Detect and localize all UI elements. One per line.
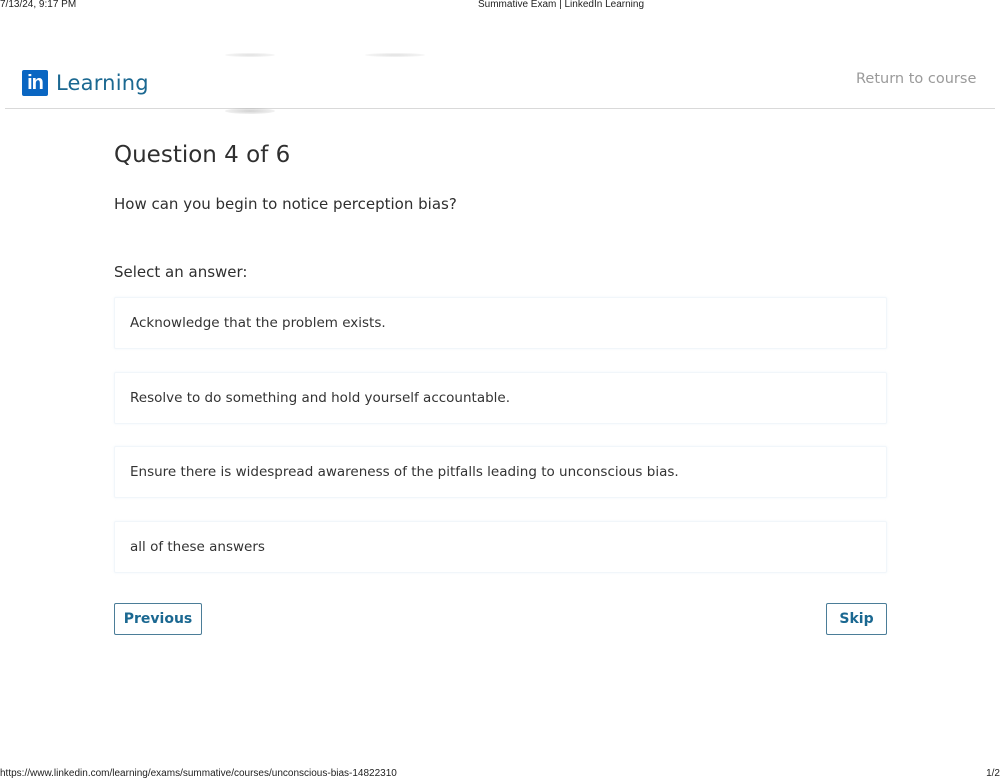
return-to-course-link[interactable]: Return to course: [856, 71, 976, 87]
skip-button[interactable]: Skip: [826, 603, 887, 635]
decorative-shadow: [225, 108, 275, 114]
decorative-shadow: [225, 53, 275, 57]
answer-option-label: Acknowledge that the problem exists.: [130, 315, 386, 331]
select-answer-label: Select an answer:: [114, 263, 248, 281]
answer-option[interactable]: Ensure there is widespread awareness of …: [114, 446, 887, 498]
top-navigation-bar: [5, 52, 995, 109]
answer-option-label: Ensure there is widespread awareness of …: [130, 464, 679, 480]
print-footer: https://www.linkedin.com/learning/exams/…: [0, 767, 1000, 781]
logo-text: Learning: [56, 71, 149, 95]
answer-option[interactable]: all of these answers: [114, 521, 887, 573]
print-page-title: Summative Exam | LinkedIn Learning: [477, 0, 644, 10]
linkedin-learning-logo[interactable]: in Learning: [22, 70, 149, 96]
answer-option-label: Resolve to do something and hold yoursel…: [130, 390, 511, 406]
print-page-count: 1/2: [986, 768, 1000, 779]
question-text: How can you begin to notice perception b…: [114, 195, 457, 213]
print-url: https://www.linkedin.com/learning/exams/…: [0, 768, 397, 779]
decorative-shadow: [365, 53, 425, 57]
previous-button[interactable]: Previous: [114, 603, 202, 635]
print-header: 7/13/24, 9:17 PM Summative Exam | Linked…: [0, 0, 1000, 12]
answer-option[interactable]: Acknowledge that the problem exists.: [114, 297, 887, 349]
question-title: Question 4 of 6: [114, 142, 291, 168]
answer-option[interactable]: Resolve to do something and hold yoursel…: [114, 372, 887, 424]
answer-option-label: all of these answers: [130, 539, 265, 555]
linkedin-icon: in: [22, 70, 48, 96]
